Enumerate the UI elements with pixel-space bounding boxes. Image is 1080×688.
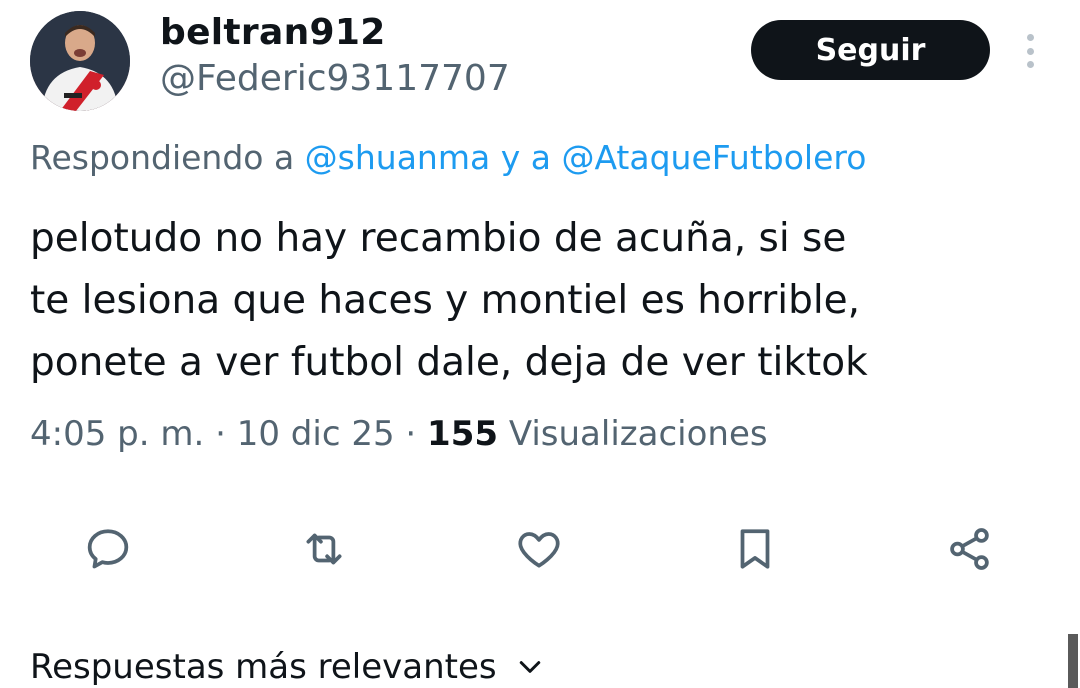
reply-icon (87, 529, 129, 569)
separator: · (204, 414, 237, 454)
separator: · (394, 414, 428, 454)
share-button[interactable] (943, 522, 997, 576)
replying-to-connector: y a (490, 138, 562, 177)
display-name[interactable]: beltran912 (160, 12, 386, 53)
bookmark-icon (740, 529, 770, 569)
tweet-line: ponete a ver futbol dale, deja de ver ti… (30, 340, 868, 385)
tweet-time[interactable]: 4:05 p. m. (30, 414, 204, 454)
more-options-icon[interactable] (1018, 34, 1042, 68)
reply-button[interactable] (81, 522, 135, 576)
scrollbar[interactable] (1068, 634, 1078, 688)
replying-to-prefix: Respondiendo a (30, 138, 305, 177)
chevron-down-icon (519, 661, 540, 673)
bookmark-button[interactable] (728, 522, 782, 576)
mention-link[interactable]: @shuanma (305, 138, 491, 177)
tweet-line: te lesiona que haces y montiel es horrib… (30, 278, 861, 323)
tweet-meta: 4:05 p. m. · 10 dic 25 · 155 Visualizaci… (30, 414, 768, 454)
player-photo (30, 11, 130, 111)
user-handle[interactable]: @Federic93117707 (160, 58, 510, 99)
views-label[interactable]: Visualizaciones (498, 414, 768, 454)
tweet-date[interactable]: 10 dic 25 (237, 414, 395, 454)
like-button[interactable] (512, 522, 566, 576)
section-title: Respuestas más relevantes (30, 647, 497, 687)
tweet-text: pelotudo no hay recambio de acuña, si se… (30, 208, 1050, 394)
avatar[interactable] (30, 11, 130, 111)
action-bar (0, 522, 1080, 582)
retweet-button[interactable] (297, 522, 351, 576)
follow-button[interactable]: Seguir (751, 20, 990, 80)
views-count[interactable]: 155 (427, 414, 498, 454)
relevant-replies-selector[interactable]: Respuestas más relevantes (30, 647, 545, 687)
tweet-line: pelotudo no hay recambio de acuña, si se (30, 216, 847, 261)
like-icon (518, 532, 560, 568)
retweet-icon (306, 533, 342, 565)
share-icon (950, 528, 989, 570)
replying-to: Respondiendo a @shuanma y a @AtaqueFutbo… (30, 138, 866, 177)
mention-link[interactable]: @AtaqueFutbolero (561, 138, 866, 177)
